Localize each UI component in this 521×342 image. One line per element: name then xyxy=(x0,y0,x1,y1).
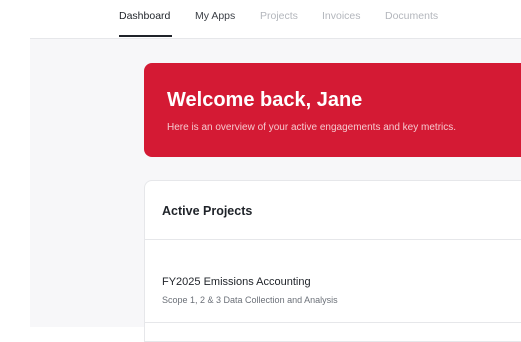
active-tab-indicator xyxy=(119,35,172,37)
card-header: Active Projects xyxy=(145,181,521,240)
tab-dashboard[interactable]: Dashboard xyxy=(119,10,170,22)
tab-projects[interactable]: Projects xyxy=(260,10,298,22)
tab-invoices[interactable]: Invoices xyxy=(322,10,361,22)
main-content: Welcome back, Jane Here is an overview o… xyxy=(30,39,521,342)
project-description: Scope 1, 2 & 3 Data Collection and Analy… xyxy=(162,295,338,305)
welcome-banner: Welcome back, Jane Here is an overview o… xyxy=(144,63,521,157)
tab-my-apps[interactable]: My Apps xyxy=(195,10,235,22)
project-name: FY2025 Emissions Accounting xyxy=(162,276,311,288)
project-list-item[interactable]: FY2025 Emissions Accounting Scope 1, 2 &… xyxy=(145,240,521,323)
top-navigation: Dashboard My Apps Projects Invoices Docu… xyxy=(30,0,521,39)
welcome-subtitle: Here is an overview of your active engag… xyxy=(167,122,457,133)
tab-documents[interactable]: Documents xyxy=(385,10,438,22)
welcome-title: Welcome back, Jane xyxy=(167,89,363,111)
left-sidebar xyxy=(0,0,30,327)
card-title: Active Projects xyxy=(162,204,253,218)
active-projects-card: Active Projects FY2025 Emissions Account… xyxy=(144,180,521,342)
